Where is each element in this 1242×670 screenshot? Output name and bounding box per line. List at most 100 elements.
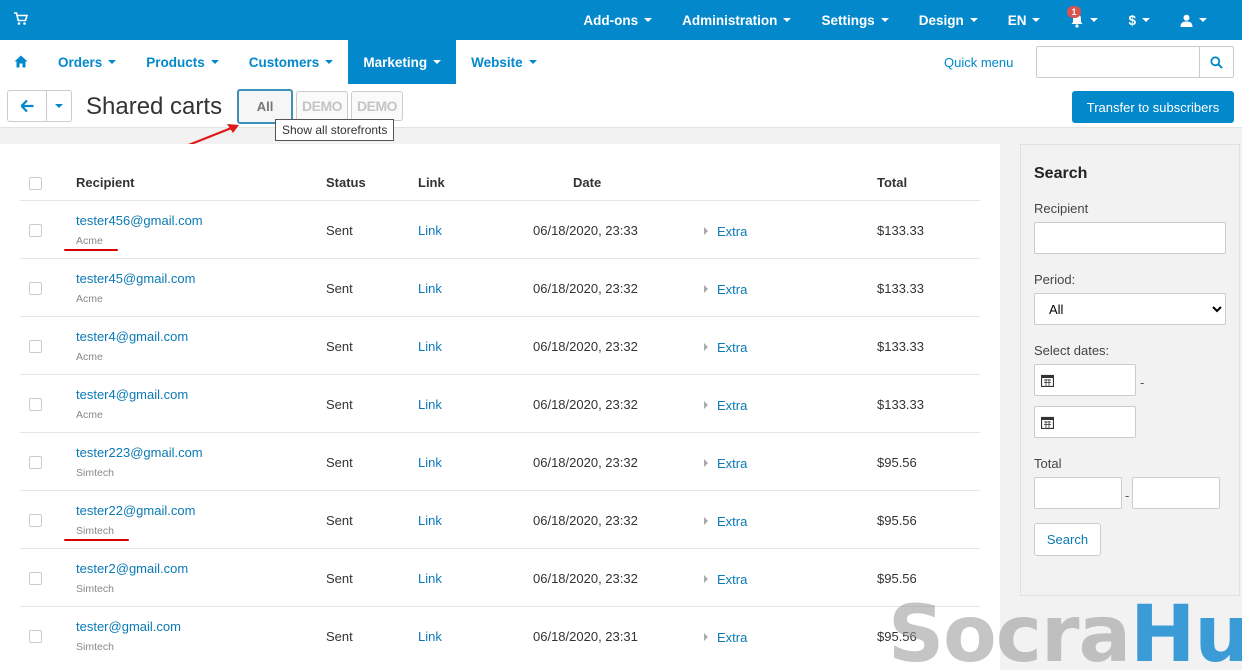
transfer-to-subscribers-button[interactable]: Transfer to subscribers [1072,91,1234,123]
quick-menu-link[interactable]: Quick menu [944,55,1013,70]
global-search-input[interactable] [1037,47,1197,77]
global-search-button[interactable] [1199,47,1233,77]
status-value: Sent [326,281,353,296]
home-icon[interactable] [14,55,28,68]
chevron-down-icon [644,18,653,22]
total-from-input[interactable] [1034,477,1122,509]
search-icon [1210,55,1223,69]
date-value: 06/18/2020, 23:32 [533,397,638,412]
nav-customers[interactable]: Customers [234,40,349,84]
recipient-email-link[interactable]: tester45@gmail.com [76,271,195,286]
table-row: tester45@gmail.com Acme Sent Link 06/18/… [20,259,980,317]
date-value: 06/18/2020, 23:32 [533,513,638,528]
design-menu[interactable]: Design [904,0,993,40]
caret-right-icon [704,633,708,641]
total-to-input[interactable] [1132,477,1220,509]
storefront-name: Acme [76,351,103,363]
addons-menu[interactable]: Add-ons [568,0,667,40]
chevron-down-icon [1199,18,1207,22]
administration-menu[interactable]: Administration [667,0,806,40]
row-checkbox[interactable] [29,514,42,527]
row-checkbox[interactable] [29,456,42,469]
cart-link[interactable]: Link [418,513,442,528]
row-checkbox[interactable] [29,340,42,353]
nav-website[interactable]: Website [456,40,552,84]
nav-products-label: Products [146,54,205,70]
recipient-email-link[interactable]: tester223@gmail.com [76,445,203,460]
extra-toggle[interactable]: Extra [704,456,747,471]
extra-toggle[interactable]: Extra [704,224,747,239]
row-checkbox[interactable] [29,572,42,585]
column-recipient[interactable]: Recipient [76,175,135,190]
period-label: Period: [1034,272,1076,287]
search-panel: Search Recipient Period: All Select date… [1020,144,1240,596]
cart-link[interactable]: Link [418,571,442,586]
date-value: 06/18/2020, 23:32 [533,455,638,470]
column-status[interactable]: Status [326,175,366,190]
extra-toggle[interactable]: Extra [704,398,747,413]
cart-link[interactable]: Link [418,397,442,412]
recipient-email-link[interactable]: tester4@gmail.com [76,387,188,402]
date-from-input[interactable] [1034,364,1136,396]
nav-products[interactable]: Products [131,40,234,84]
calendar-icon [1041,416,1054,429]
chevron-down-icon [1032,18,1041,22]
recipient-email-link[interactable]: tester2@gmail.com [76,561,188,576]
column-date[interactable]: Date [573,175,601,190]
period-select[interactable]: All [1034,293,1226,325]
annotation-underline [64,249,118,251]
total-value: $95.56 [877,513,917,528]
storefront-logo-button[interactable]: DEMO [351,91,403,121]
storefront-logo-button[interactable]: DEMO [296,91,348,121]
column-total[interactable]: Total [877,175,907,190]
recipient-label: Recipient [1034,201,1089,216]
language-label: EN [1007,12,1027,28]
total-value: $95.56 [877,571,917,586]
total-range-dash: - [1125,488,1130,503]
recipient-email-link[interactable]: tester456@gmail.com [76,213,203,228]
cart-link[interactable]: Link [418,629,442,644]
recipient-email-link[interactable]: tester@gmail.com [76,619,181,634]
date-value: 06/18/2020, 23:32 [533,339,638,354]
extra-label: Extra [717,224,748,239]
recipient-input[interactable] [1034,222,1226,254]
back-dropdown-button[interactable] [46,90,72,122]
row-checkbox[interactable] [29,282,42,295]
table-row: tester456@gmail.com Acme Sent Link 06/18… [20,201,980,259]
cart-link[interactable]: Link [418,281,442,296]
extra-toggle[interactable]: Extra [704,340,747,355]
extra-toggle[interactable]: Extra [704,572,747,587]
recipient-email-link[interactable]: tester4@gmail.com [76,329,188,344]
extra-toggle[interactable]: Extra [704,514,747,529]
cart-link[interactable]: Link [418,339,442,354]
extra-toggle[interactable]: Extra [704,630,747,645]
row-checkbox[interactable] [29,398,42,411]
nav-orders[interactable]: Orders [43,40,131,84]
settings-menu[interactable]: Settings [806,0,903,40]
extra-toggle[interactable]: Extra [704,282,747,297]
search-button[interactable]: Search [1034,523,1101,556]
language-menu[interactable]: EN [993,0,1056,40]
nav-marketing[interactable]: Marketing [348,40,457,84]
cart-link[interactable]: Link [418,455,442,470]
recipient-email-link[interactable]: tester22@gmail.com [76,503,195,518]
back-button[interactable] [7,90,47,122]
status-value: Sent [326,571,353,586]
notifications-menu[interactable]: 1 [1055,0,1113,40]
row-checkbox[interactable] [29,630,42,643]
status-value: Sent [326,455,353,470]
cart-link[interactable]: Link [418,223,442,238]
row-checkbox[interactable] [29,224,42,237]
cart-icon[interactable] [14,12,28,26]
extra-label: Extra [717,398,748,413]
date-to-input[interactable] [1034,406,1136,438]
addons-label: Add-ons [583,12,639,28]
user-menu[interactable] [1165,0,1222,40]
currency-menu[interactable]: $ [1113,0,1165,40]
select-dates-label: Select dates: [1034,343,1110,358]
caret-right-icon [704,343,708,351]
caret-right-icon [704,227,708,235]
select-all-checkbox[interactable] [29,177,42,190]
extra-label: Extra [717,572,748,587]
chevron-down-icon [528,60,537,64]
